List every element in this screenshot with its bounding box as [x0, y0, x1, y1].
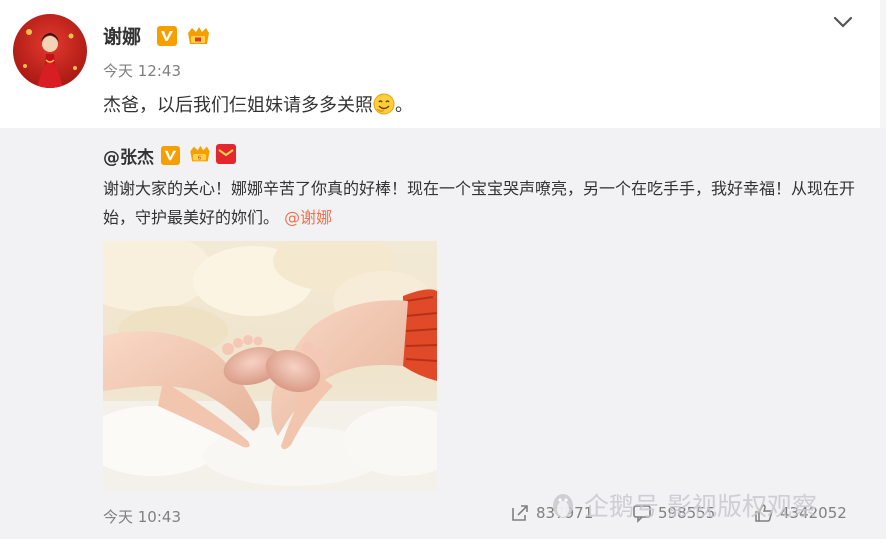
red-envelope-icon[interactable]: [216, 144, 236, 164]
original-text: 谢谢大家的关心！娜娜辛苦了你真的好棒！现在一个宝宝哭声嘹亮，另一个在吃手手，我好…: [103, 174, 863, 232]
mention-link[interactable]: @谢娜: [284, 208, 332, 227]
crown-icon[interactable]: 6: [186, 143, 213, 165]
watermark-text: 企鹅号 影视版权观察: [584, 492, 817, 521]
avatar[interactable]: [13, 14, 87, 88]
verified-icon: [157, 26, 177, 46]
original-text-body: 谢谢大家的关心！娜娜辛苦了你真的好棒！现在一个宝宝哭声嘹亮，另一个在吃手手，我好…: [103, 179, 856, 227]
smile-emoji-icon: [373, 93, 395, 115]
post-text-end: 。: [395, 95, 413, 116]
post-text: 杰爸，以后我们仨姐妹请多多关照 。: [103, 91, 413, 117]
post-time[interactable]: 今天 12:43: [103, 60, 181, 81]
penguin-logo-icon: [553, 494, 573, 518]
scrollbar[interactable]: [880, 0, 886, 128]
post-text-body: 杰爸，以后我们仨姐妹请多多关照: [103, 95, 373, 116]
verified-icon: [161, 146, 180, 165]
baby-feet-photo[interactable]: [103, 241, 437, 491]
watermark: 企鹅号 影视版权观察: [548, 487, 817, 523]
chevron-down-icon[interactable]: [830, 12, 856, 32]
share-icon: [512, 505, 528, 521]
original-author[interactable]: @张杰: [103, 143, 154, 168]
svg-text:6: 6: [198, 156, 202, 162]
author-name[interactable]: 谢娜: [103, 22, 141, 49]
crown-icon[interactable]: [185, 24, 211, 48]
original-time[interactable]: 今天 10:43: [103, 506, 181, 527]
